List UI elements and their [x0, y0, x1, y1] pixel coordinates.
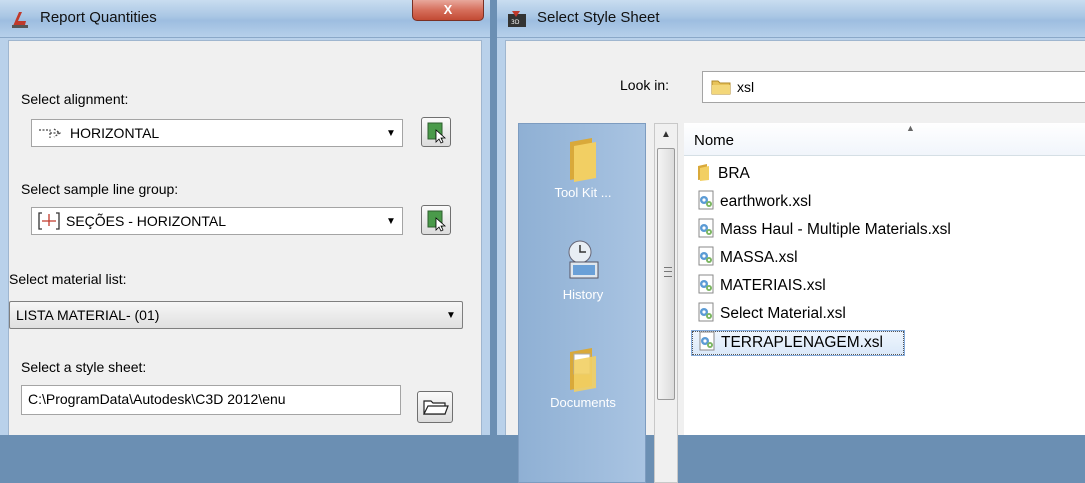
file-item[interactable]: TERRAPLENAGEM.xsl [691, 330, 905, 356]
file-name-label: MASSA.xsl [720, 249, 798, 266]
file-item[interactable]: Mass Haul - Multiple Materials.xsl [696, 218, 951, 243]
alignment-label: Select alignment: [21, 91, 129, 107]
folder-icon [696, 163, 714, 186]
dialog-body: Look in: xsl ▼ Tool Kit ... [505, 40, 1085, 483]
xsl-file-icon [696, 302, 716, 327]
material-list-value: LISTA MATERIAL- (01) [16, 307, 160, 323]
material-list-select[interactable]: LISTA MATERIAL- (01) ▼ [9, 301, 463, 329]
xsl-file-icon [696, 274, 716, 299]
column-header-name[interactable]: Nome ▲ [684, 123, 1085, 156]
close-button[interactable]: X [412, 0, 484, 21]
places-bar: Tool Kit ... History Documents [518, 123, 646, 483]
file-name-label: earthwork.xsl [720, 193, 812, 210]
file-name-label: Mass Haul - Multiple Materials.xsl [720, 221, 951, 238]
alignment-icon [39, 128, 62, 138]
history-icon [568, 240, 599, 279]
place-history[interactable]: History [519, 238, 647, 302]
file-item[interactable]: Select Material.xsl [696, 302, 846, 327]
sample-line-group-select[interactable]: SEÇÕES - HORIZONTAL ▼ [31, 207, 403, 235]
places-scrollbar[interactable]: ▲ [654, 123, 678, 483]
material-list-label: Select material list: [9, 271, 127, 287]
open-folder-icon [423, 400, 449, 415]
place-label: Tool Kit ... [554, 185, 612, 200]
style-sheet-label: Select a style sheet: [21, 359, 147, 375]
title-bar[interactable]: Report Quantities X [0, 0, 490, 38]
file-item[interactable]: earthwork.xsl [696, 190, 812, 215]
report-quantities-window: Report Quantities X Select alignment: HO… [0, 0, 490, 435]
folder-icon [711, 80, 731, 95]
dropdown-arrow-icon: ▼ [386, 127, 396, 139]
xsl-file-icon [696, 190, 716, 215]
pick-sample-line-group-button[interactable] [421, 205, 451, 235]
file-name-label: TERRAPLENAGEM.xsl [721, 334, 883, 351]
look-in-value: xsl [737, 79, 755, 95]
svg-text:3D: 3D [511, 19, 520, 26]
file-name-label: Select Material.xsl [720, 305, 846, 322]
file-list: Nome ▲ BRA earthwork.xsl Mass Haul - Multi… [684, 123, 1085, 435]
civil3d-app-icon: 3D [508, 11, 526, 27]
dropdown-arrow-icon: ▼ [446, 309, 456, 321]
alignment-value: HORIZONTAL [70, 125, 160, 141]
look-in-select[interactable]: xsl ▼ [702, 71, 1085, 103]
place-tool-kit[interactable]: Tool Kit ... [519, 136, 647, 200]
pick-from-drawing-icon [427, 122, 447, 144]
sort-ascending-icon: ▲ [906, 123, 915, 133]
scroll-up-icon[interactable]: ▲ [655, 124, 677, 146]
place-label: Documents [550, 395, 616, 410]
folder-icon [570, 138, 596, 182]
browse-style-sheet-button[interactable] [417, 391, 453, 423]
column-header-label: Nome [694, 132, 735, 149]
file-name-label: BRA [718, 165, 750, 182]
style-sheet-path-field[interactable]: C:\ProgramData\Autodesk\C3D 2012\enu [21, 385, 401, 415]
scroll-thumb[interactable] [657, 148, 675, 400]
xsl-file-icon [697, 331, 717, 356]
xsl-file-icon [696, 218, 716, 243]
window-title: Select Style Sheet [537, 9, 660, 26]
dropdown-arrow-icon: ▼ [386, 215, 396, 227]
title-bar[interactable]: 3D Select Style Sheet [497, 0, 1085, 38]
sample-line-group-value: SEÇÕES - HORIZONTAL [66, 213, 226, 229]
place-documents[interactable]: Documents [519, 346, 647, 410]
window-title: Report Quantities [40, 9, 157, 26]
documents-folder-icon [570, 348, 596, 392]
xsl-file-icon [696, 246, 716, 271]
folder-item[interactable]: BRA [696, 163, 750, 185]
pick-alignment-button[interactable] [421, 117, 451, 147]
place-label: History [562, 287, 604, 302]
sample-line-group-icon [38, 212, 60, 230]
grip-icon [664, 267, 672, 277]
dialog-body: Select alignment: HORIZONTAL ▼ Select sa… [8, 40, 482, 435]
file-item[interactable]: MASSA.xsl [696, 246, 798, 271]
select-style-sheet-window: 3D Select Style Sheet Look in: xsl ▼ Too… [497, 0, 1085, 483]
sample-line-group-label: Select sample line group: [21, 181, 179, 197]
alignment-select[interactable]: HORIZONTAL ▼ [31, 119, 403, 147]
pick-from-drawing-icon [427, 210, 447, 232]
civil3d-app-icon [12, 12, 28, 28]
file-item[interactable]: MATERIAIS.xsl [696, 274, 826, 299]
look-in-label: Look in: [620, 77, 670, 93]
file-name-label: MATERIAIS.xsl [720, 277, 826, 294]
